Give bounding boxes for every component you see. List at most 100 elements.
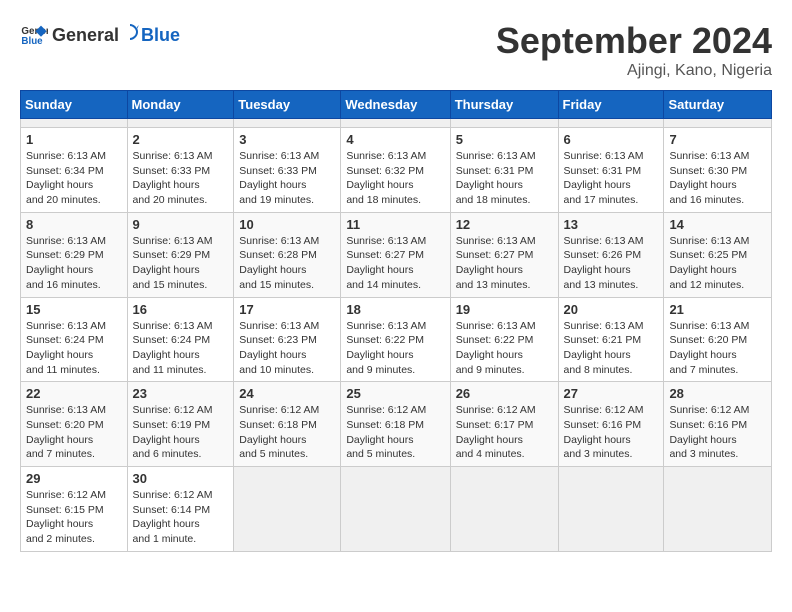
day-info: Sunrise: 6:13 AM Sunset: 6:29 PM Dayligh… — [26, 234, 122, 293]
day-number: 6 — [564, 132, 659, 147]
day-number: 5 — [456, 132, 553, 147]
calendar-cell: 7 Sunrise: 6:13 AM Sunset: 6:30 PM Dayli… — [664, 128, 772, 213]
calendar-cell: 26 Sunrise: 6:12 AM Sunset: 6:17 PM Dayl… — [450, 382, 558, 467]
calendar-cell: 14 Sunrise: 6:13 AM Sunset: 6:25 PM Dayl… — [664, 212, 772, 297]
calendar-cell: 23 Sunrise: 6:12 AM Sunset: 6:19 PM Dayl… — [127, 382, 234, 467]
day-info: Sunrise: 6:13 AM Sunset: 6:34 PM Dayligh… — [26, 149, 122, 208]
calendar-cell — [234, 119, 341, 128]
day-number: 23 — [133, 386, 229, 401]
day-number: 3 — [239, 132, 335, 147]
calendar-cell: 28 Sunrise: 6:12 AM Sunset: 6:16 PM Dayl… — [664, 382, 772, 467]
day-info: Sunrise: 6:13 AM Sunset: 6:31 PM Dayligh… — [564, 149, 659, 208]
calendar-cell: 18 Sunrise: 6:13 AM Sunset: 6:22 PM Dayl… — [341, 297, 450, 382]
calendar-cell: 25 Sunrise: 6:12 AM Sunset: 6:18 PM Dayl… — [341, 382, 450, 467]
day-number: 13 — [564, 217, 659, 232]
day-info: Sunrise: 6:12 AM Sunset: 6:16 PM Dayligh… — [669, 403, 766, 462]
calendar-cell: 15 Sunrise: 6:13 AM Sunset: 6:24 PM Dayl… — [21, 297, 128, 382]
day-info: Sunrise: 6:13 AM Sunset: 6:23 PM Dayligh… — [239, 319, 335, 378]
calendar-cell: 9 Sunrise: 6:13 AM Sunset: 6:29 PM Dayli… — [127, 212, 234, 297]
logo-blue-text: Blue — [141, 25, 180, 46]
day-info: Sunrise: 6:12 AM Sunset: 6:15 PM Dayligh… — [26, 488, 122, 547]
calendar-cell: 19 Sunrise: 6:13 AM Sunset: 6:22 PM Dayl… — [450, 297, 558, 382]
day-number: 10 — [239, 217, 335, 232]
calendar-cell: 11 Sunrise: 6:13 AM Sunset: 6:27 PM Dayl… — [341, 212, 450, 297]
svg-text:Blue: Blue — [21, 36, 43, 47]
day-number: 4 — [346, 132, 444, 147]
calendar-cell: 12 Sunrise: 6:13 AM Sunset: 6:27 PM Dayl… — [450, 212, 558, 297]
day-number: 1 — [26, 132, 122, 147]
month-title: September 2024 — [496, 20, 772, 62]
day-number: 16 — [133, 302, 229, 317]
day-info: Sunrise: 6:12 AM Sunset: 6:19 PM Dayligh… — [133, 403, 229, 462]
day-info: Sunrise: 6:13 AM Sunset: 6:33 PM Dayligh… — [239, 149, 335, 208]
day-info: Sunrise: 6:13 AM Sunset: 6:31 PM Dayligh… — [456, 149, 553, 208]
calendar-cell — [558, 119, 664, 128]
day-number: 27 — [564, 386, 659, 401]
calendar-cell: 10 Sunrise: 6:13 AM Sunset: 6:28 PM Dayl… — [234, 212, 341, 297]
calendar-cell: 17 Sunrise: 6:13 AM Sunset: 6:23 PM Dayl… — [234, 297, 341, 382]
day-info: Sunrise: 6:13 AM Sunset: 6:27 PM Dayligh… — [346, 234, 444, 293]
calendar-cell: 1 Sunrise: 6:13 AM Sunset: 6:34 PM Dayli… — [21, 128, 128, 213]
weekday-header-cell: Sunday — [21, 91, 128, 119]
calendar-cell: 8 Sunrise: 6:13 AM Sunset: 6:29 PM Dayli… — [21, 212, 128, 297]
weekday-header-cell: Saturday — [664, 91, 772, 119]
day-info: Sunrise: 6:13 AM Sunset: 6:29 PM Dayligh… — [133, 234, 229, 293]
weekday-header-row: SundayMondayTuesdayWednesdayThursdayFrid… — [21, 91, 772, 119]
calendar-cell — [450, 119, 558, 128]
day-number: 15 — [26, 302, 122, 317]
day-number: 7 — [669, 132, 766, 147]
day-number: 26 — [456, 386, 553, 401]
calendar-cell: 21 Sunrise: 6:13 AM Sunset: 6:20 PM Dayl… — [664, 297, 772, 382]
day-number: 12 — [456, 217, 553, 232]
day-info: Sunrise: 6:13 AM Sunset: 6:20 PM Dayligh… — [26, 403, 122, 462]
day-info: Sunrise: 6:13 AM Sunset: 6:22 PM Dayligh… — [456, 319, 553, 378]
calendar-cell: 6 Sunrise: 6:13 AM Sunset: 6:31 PM Dayli… — [558, 128, 664, 213]
day-info: Sunrise: 6:13 AM Sunset: 6:24 PM Dayligh… — [26, 319, 122, 378]
logo: General Blue General Blue — [20, 20, 180, 48]
day-number: 21 — [669, 302, 766, 317]
weekday-header-cell: Friday — [558, 91, 664, 119]
day-info: Sunrise: 6:13 AM Sunset: 6:20 PM Dayligh… — [669, 319, 766, 378]
calendar-cell — [21, 119, 128, 128]
calendar-table: SundayMondayTuesdayWednesdayThursdayFrid… — [20, 90, 772, 552]
day-number: 2 — [133, 132, 229, 147]
day-info: Sunrise: 6:13 AM Sunset: 6:21 PM Dayligh… — [564, 319, 659, 378]
header: General Blue General Blue September 2024… — [20, 20, 772, 80]
calendar-cell: 20 Sunrise: 6:13 AM Sunset: 6:21 PM Dayl… — [558, 297, 664, 382]
day-number: 20 — [564, 302, 659, 317]
day-number: 18 — [346, 302, 444, 317]
day-number: 14 — [669, 217, 766, 232]
calendar-body: 1 Sunrise: 6:13 AM Sunset: 6:34 PM Dayli… — [21, 119, 772, 552]
calendar-cell: 13 Sunrise: 6:13 AM Sunset: 6:26 PM Dayl… — [558, 212, 664, 297]
day-number: 24 — [239, 386, 335, 401]
day-info: Sunrise: 6:13 AM Sunset: 6:32 PM Dayligh… — [346, 149, 444, 208]
day-info: Sunrise: 6:12 AM Sunset: 6:16 PM Dayligh… — [564, 403, 659, 462]
calendar-cell: 22 Sunrise: 6:13 AM Sunset: 6:20 PM Dayl… — [21, 382, 128, 467]
location-title: Ajingi, Kano, Nigeria — [496, 62, 772, 80]
calendar-cell — [664, 467, 772, 552]
calendar-cell — [341, 467, 450, 552]
day-info: Sunrise: 6:13 AM Sunset: 6:28 PM Dayligh… — [239, 234, 335, 293]
calendar-cell — [664, 119, 772, 128]
logo-icon: General Blue — [20, 20, 48, 48]
day-number: 8 — [26, 217, 122, 232]
day-info: Sunrise: 6:12 AM Sunset: 6:17 PM Dayligh… — [456, 403, 553, 462]
day-info: Sunrise: 6:12 AM Sunset: 6:18 PM Dayligh… — [346, 403, 444, 462]
calendar-cell: 2 Sunrise: 6:13 AM Sunset: 6:33 PM Dayli… — [127, 128, 234, 213]
day-number: 28 — [669, 386, 766, 401]
calendar-week-row: 22 Sunrise: 6:13 AM Sunset: 6:20 PM Dayl… — [21, 382, 772, 467]
calendar-week-row — [21, 119, 772, 128]
day-number: 22 — [26, 386, 122, 401]
day-info: Sunrise: 6:12 AM Sunset: 6:18 PM Dayligh… — [239, 403, 335, 462]
day-number: 17 — [239, 302, 335, 317]
day-number: 29 — [26, 471, 122, 486]
logo-bird-icon — [121, 23, 139, 41]
day-number: 30 — [133, 471, 229, 486]
day-number: 25 — [346, 386, 444, 401]
day-info: Sunrise: 6:13 AM Sunset: 6:22 PM Dayligh… — [346, 319, 444, 378]
calendar-cell: 24 Sunrise: 6:12 AM Sunset: 6:18 PM Dayl… — [234, 382, 341, 467]
calendar-cell: 29 Sunrise: 6:12 AM Sunset: 6:15 PM Dayl… — [21, 467, 128, 552]
day-info: Sunrise: 6:13 AM Sunset: 6:27 PM Dayligh… — [456, 234, 553, 293]
weekday-header-cell: Monday — [127, 91, 234, 119]
day-info: Sunrise: 6:13 AM Sunset: 6:30 PM Dayligh… — [669, 149, 766, 208]
